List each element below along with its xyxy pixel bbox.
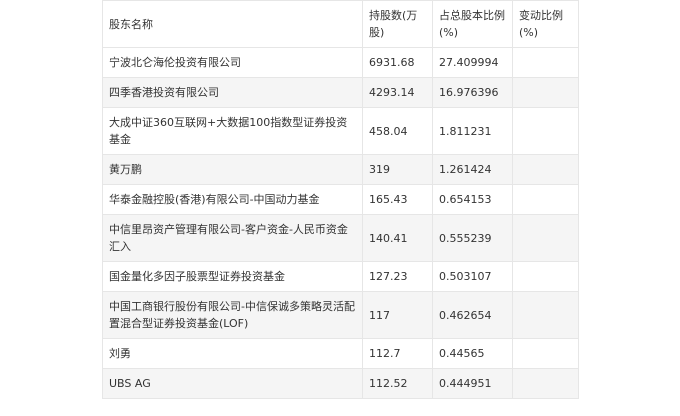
cell-shares-held: 112.52 xyxy=(362,368,433,399)
table-row: 宁波北仑海伦投资有限公司 6931.68 27.409994 xyxy=(102,47,579,78)
cell-shareholder-name: 华泰金融控股(香港)有限公司-中国动力基金 xyxy=(102,184,363,215)
cell-shareholder-name: 四季香港投资有限公司 xyxy=(102,77,363,108)
table-row: 大成中证360互联网+大数据100指数型证券投资基金 458.04 1.8112… xyxy=(102,107,579,155)
cell-shareholder-name: 中信里昂资产管理有限公司-客户资金-人民币资金汇入 xyxy=(102,214,363,262)
cell-change-ratio xyxy=(512,184,579,215)
table-row: UBS AG 112.52 0.444951 xyxy=(102,368,579,399)
cell-shares-held: 4293.14 xyxy=(362,77,433,108)
cell-shares-held: 112.7 xyxy=(362,338,433,369)
header-share-ratio: 占总股本比例(%) xyxy=(432,0,513,48)
cell-change-ratio xyxy=(512,338,579,369)
cell-share-ratio: 1.261424 xyxy=(432,154,513,185)
cell-shares-held: 319 xyxy=(362,154,433,185)
cell-shareholder-name: 刘勇 xyxy=(102,338,363,369)
table-row: 四季香港投资有限公司 4293.14 16.976396 xyxy=(102,77,579,108)
cell-change-ratio xyxy=(512,214,579,262)
header-shares-held: 持股数(万股) xyxy=(362,0,433,48)
table-row: 华泰金融控股(香港)有限公司-中国动力基金 165.43 0.654153 xyxy=(102,184,579,215)
cell-shareholder-name: 黄万鹏 xyxy=(102,154,363,185)
cell-change-ratio xyxy=(512,47,579,78)
cell-change-ratio xyxy=(512,261,579,292)
header-shareholder-name: 股东名称 xyxy=(102,0,363,48)
cell-shares-held: 127.23 xyxy=(362,261,433,292)
table-header-row: 股东名称 持股数(万股) 占总股本比例(%) 变动比例(%) xyxy=(102,0,579,48)
cell-shares-held: 117 xyxy=(362,291,433,339)
cell-shareholder-name: UBS AG xyxy=(102,368,363,399)
table-row: 中国工商银行股份有限公司-中信保诚多策略灵活配置混合型证券投资基金(LOF) 1… xyxy=(102,291,579,339)
cell-share-ratio: 16.976396 xyxy=(432,77,513,108)
table-row: 国金量化多因子股票型证券投资基金 127.23 0.503107 xyxy=(102,261,579,292)
shareholder-table: 股东名称 持股数(万股) 占总股本比例(%) 变动比例(%) 宁波北仑海伦投资有… xyxy=(102,0,579,399)
cell-shares-held: 165.43 xyxy=(362,184,433,215)
cell-share-ratio: 0.462654 xyxy=(432,291,513,339)
header-change-ratio: 变动比例(%) xyxy=(512,0,579,48)
cell-shareholder-name: 国金量化多因子股票型证券投资基金 xyxy=(102,261,363,292)
table-row: 刘勇 112.7 0.44565 xyxy=(102,338,579,369)
table-row: 中信里昂资产管理有限公司-客户资金-人民币资金汇入 140.41 0.55523… xyxy=(102,214,579,262)
cell-shares-held: 458.04 xyxy=(362,107,433,155)
cell-share-ratio: 27.409994 xyxy=(432,47,513,78)
cell-change-ratio xyxy=(512,107,579,155)
cell-share-ratio: 0.654153 xyxy=(432,184,513,215)
cell-shares-held: 6931.68 xyxy=(362,47,433,78)
cell-share-ratio: 1.811231 xyxy=(432,107,513,155)
table-row: 黄万鹏 319 1.261424 xyxy=(102,154,579,185)
cell-share-ratio: 0.503107 xyxy=(432,261,513,292)
cell-share-ratio: 0.444951 xyxy=(432,368,513,399)
cell-change-ratio xyxy=(512,154,579,185)
cell-change-ratio xyxy=(512,368,579,399)
cell-shareholder-name: 大成中证360互联网+大数据100指数型证券投资基金 xyxy=(102,107,363,155)
cell-shareholder-name: 宁波北仑海伦投资有限公司 xyxy=(102,47,363,78)
cell-change-ratio xyxy=(512,77,579,108)
cell-change-ratio xyxy=(512,291,579,339)
cell-shares-held: 140.41 xyxy=(362,214,433,262)
cell-shareholder-name: 中国工商银行股份有限公司-中信保诚多策略灵活配置混合型证券投资基金(LOF) xyxy=(102,291,363,339)
cell-share-ratio: 0.555239 xyxy=(432,214,513,262)
cell-share-ratio: 0.44565 xyxy=(432,338,513,369)
